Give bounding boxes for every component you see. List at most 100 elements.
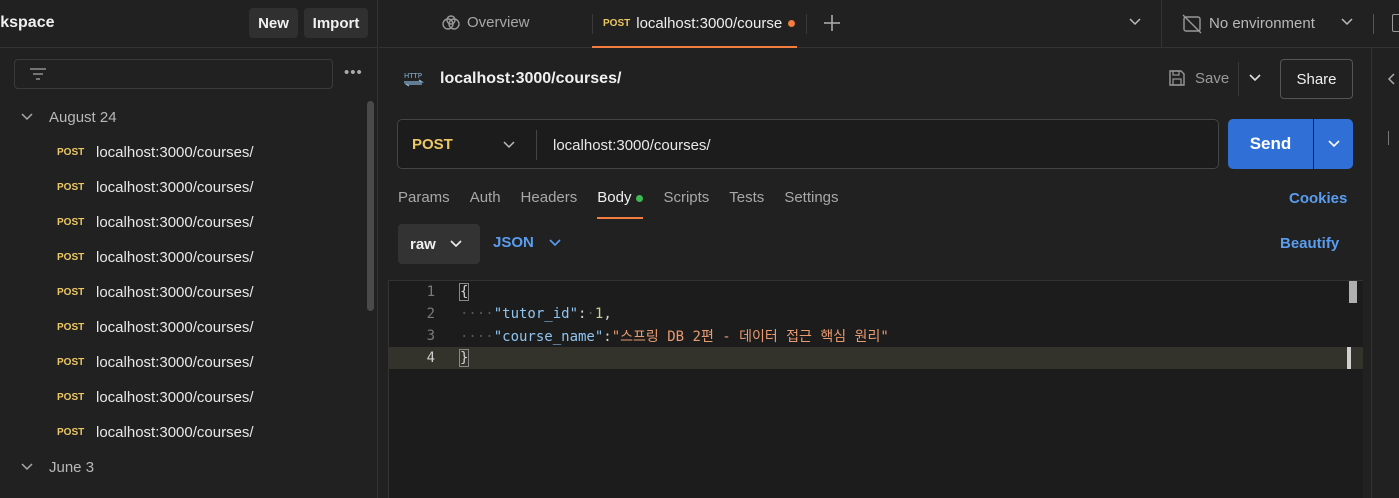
code-line[interactable]: 1 { (389, 281, 1363, 303)
request-title[interactable]: localhost:3000/courses/ (440, 70, 621, 88)
filter-icon (30, 68, 46, 80)
chevron-down-icon[interactable] (1128, 17, 1142, 27)
code-text: ····"course_name":"스프링 DB 2편 - 데이터 접근 핵심… (460, 329, 889, 345)
editor-scrollbar[interactable] (1349, 281, 1357, 303)
history-item-url: localhost:3000/courses/ (96, 178, 254, 196)
code-line[interactable]: 3 ····"course_name":"스프링 DB 2편 - 데이터 접근 … (389, 325, 1363, 347)
body-mode-select[interactable]: raw (398, 224, 480, 264)
method-badge: POST (57, 286, 85, 298)
history-item-url: localhost:3000/courses/ (96, 388, 254, 406)
sidebar-scrollbar[interactable] (367, 101, 374, 311)
history-item[interactable]: POST localhost:3000/courses/ (57, 387, 254, 407)
method-badge: POST (57, 251, 85, 263)
history-group[interactable]: August 24 (20, 107, 117, 127)
save-button[interactable]: Save (1168, 69, 1229, 87)
send-options-button[interactable] (1314, 119, 1353, 169)
tab-method-badge: POST (603, 17, 631, 29)
code-text: ····"tutor_id":·1, (460, 306, 612, 322)
code-text: { (458, 283, 470, 301)
chevron-down-icon[interactable] (502, 140, 516, 150)
history-item-url: localhost:3000/courses/ (96, 143, 254, 161)
filter-input[interactable] (14, 59, 333, 89)
more-options-icon[interactable]: ••• (344, 64, 363, 81)
method-select[interactable]: POST (412, 136, 453, 153)
tab-scripts[interactable]: Scripts (663, 189, 709, 219)
request-subtabs: Params Auth Headers Body Scripts Tests S… (398, 189, 859, 219)
beautify-button[interactable]: Beautify (1280, 235, 1339, 252)
tab-params[interactable]: Params (398, 189, 450, 219)
method-badge: POST (57, 356, 85, 368)
chevron-down-icon[interactable] (1248, 73, 1262, 83)
json-key: "tutor_id" (493, 306, 579, 322)
code-line[interactable]: 2 ····"tutor_id":·1, (389, 303, 1363, 325)
history-group[interactable]: June 3 (20, 457, 94, 477)
line-number: 4 (426, 350, 435, 366)
tab-bar: Overview POST localhost:3000/course No e… (379, 0, 1399, 48)
history-item[interactable]: POST localhost:3000/courses/ (57, 352, 254, 372)
tab-request[interactable]: POST localhost:3000/course (592, 0, 797, 48)
url-input[interactable] (553, 134, 1193, 156)
tab-auth[interactable]: Auth (470, 189, 501, 219)
history-item-url: localhost:3000/courses/ (96, 353, 254, 371)
line-number: 2 (426, 306, 435, 322)
chevron-left-icon[interactable] (1385, 72, 1397, 86)
body-mode-label: raw (410, 235, 436, 253)
chevron-down-icon (549, 238, 561, 246)
history-item[interactable]: POST localhost:3000/courses/ (57, 142, 254, 162)
tab-overview-label: Overview (467, 14, 530, 31)
environment-quick-look-icon[interactable] (1392, 14, 1399, 32)
code-line-current[interactable]: 4 } (389, 347, 1363, 369)
divider (1373, 14, 1374, 34)
workspace-title[interactable]: rkspace (0, 14, 55, 32)
chevron-down-icon (1327, 140, 1340, 148)
unsaved-dot-icon (788, 19, 796, 27)
right-sidebar (1371, 48, 1399, 498)
send-button[interactable]: Send (1228, 119, 1313, 169)
chevron-down-icon (20, 462, 38, 472)
workspace-header: rkspace New Import (0, 0, 378, 48)
method-badge: POST (57, 216, 85, 228)
tab-tests[interactable]: Tests (729, 189, 764, 219)
new-button[interactable]: New (249, 8, 298, 38)
tab-body[interactable]: Body (597, 189, 644, 219)
tab-settings[interactable]: Settings (784, 189, 838, 219)
chevron-down-icon (1341, 18, 1353, 26)
import-button[interactable]: Import (304, 8, 368, 38)
history-item-url: localhost:3000/courses/ (96, 283, 254, 301)
environment-label: No environment (1209, 15, 1315, 32)
code-editor[interactable]: 1 { 2 ····"tutor_id":·1, 3 ····"course_n… (388, 280, 1363, 498)
chevron-down-icon (450, 240, 462, 248)
history-item[interactable]: POST localhost:3000/courses/ (57, 317, 254, 337)
history-item[interactable]: POST localhost:3000/courses/ (57, 282, 254, 302)
sidebar: rkspace New Import ••• August 24 POST lo… (0, 0, 378, 498)
tab-overview[interactable]: Overview (441, 14, 530, 31)
editor-cursor (1347, 347, 1351, 369)
tab-headers[interactable]: Headers (521, 189, 578, 219)
history-item[interactable]: POST localhost:3000/courses/ (57, 422, 254, 442)
history-item[interactable]: POST localhost:3000/courses/ (57, 247, 254, 267)
body-format-select[interactable]: JSON (493, 234, 562, 251)
history-item[interactable]: POST localhost:3000/courses/ (57, 177, 254, 197)
close-brace: } (458, 349, 470, 367)
url-bar: POST (397, 119, 1219, 169)
no-environment-icon (1182, 14, 1202, 34)
history-item-url: localhost:3000/courses/ (96, 318, 254, 336)
history-item-url: localhost:3000/courses/ (96, 248, 254, 266)
sidebar-tool-icon[interactable] (1388, 131, 1398, 145)
cookies-link[interactable]: Cookies (1289, 190, 1347, 207)
history-item[interactable]: POST localhost:3000/courses/ (57, 212, 254, 232)
save-icon (1169, 70, 1185, 86)
line-number: 3 (426, 328, 435, 344)
json-key: "course_name" (493, 329, 604, 345)
history-item-url: localhost:3000/courses/ (96, 213, 254, 231)
method-badge: POST (57, 321, 85, 333)
environment-selector[interactable]: No environment (1161, 0, 1399, 48)
share-button[interactable]: Share (1280, 59, 1353, 99)
plus-icon[interactable] (822, 13, 842, 33)
method-badge: POST (57, 426, 85, 438)
line-number: 1 (426, 284, 435, 300)
svg-text:HTTP: HTTP (404, 72, 422, 80)
tab-divider (806, 14, 807, 34)
method-badge: POST (57, 146, 85, 158)
open-brace: { (458, 283, 470, 301)
